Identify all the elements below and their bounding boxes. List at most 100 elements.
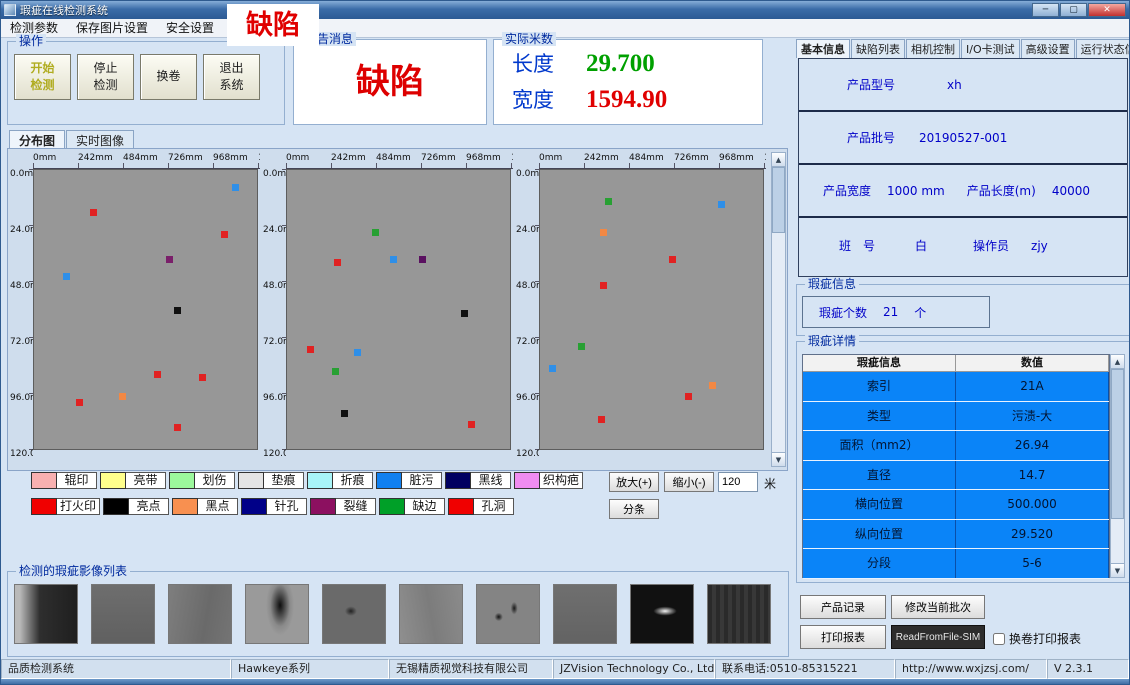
defect-point[interactable]	[221, 231, 228, 238]
defect-thumbnail[interactable]	[399, 584, 463, 644]
operation-button[interactable]: 开始 检测	[14, 54, 71, 100]
defect-point[interactable]	[685, 393, 692, 400]
product-width-label: 产品宽度	[823, 182, 871, 199]
defect-thumbnail[interactable]	[245, 584, 309, 644]
split-button[interactable]: 分条	[609, 499, 659, 519]
detail-table-row[interactable]: 类型污渍-大	[803, 402, 1109, 432]
vertical-ruler: 0.0m24.0m48.0m72.0m96.0m120.0m	[515, 169, 539, 465]
defect-point[interactable]	[232, 184, 239, 191]
ruler-tick-label: 242mm	[78, 153, 113, 163]
defect-point[interactable]	[718, 201, 725, 208]
menu-item[interactable]: 安全设置	[157, 19, 223, 37]
defect-point[interactable]	[549, 365, 556, 372]
reprint-checkbox[interactable]	[993, 633, 1005, 645]
right-panel-tab[interactable]: 高级设置	[1021, 39, 1075, 58]
detail-table-row[interactable]: 索引21A	[803, 372, 1109, 402]
defect-point[interactable]	[598, 416, 605, 423]
legend-label: 划伤	[195, 472, 235, 489]
defect-point[interactable]	[154, 371, 161, 378]
defect-point[interactable]	[372, 229, 379, 236]
defect-point[interactable]	[669, 256, 676, 263]
defect-point[interactable]	[174, 307, 181, 314]
defect-thumbnail[interactable]	[91, 584, 155, 644]
defect-point[interactable]	[578, 343, 585, 350]
defect-point[interactable]	[600, 282, 607, 289]
scroll-down-icon[interactable]: ▼	[772, 452, 785, 466]
legend-swatch	[103, 498, 129, 515]
print-report-button[interactable]: 打印报表	[800, 625, 886, 649]
right-panel-tab[interactable]: 基本信息	[796, 39, 850, 58]
defect-point[interactable]	[419, 256, 426, 263]
map-scrollbar[interactable]: ▲ ▼	[771, 152, 786, 467]
defect-point[interactable]	[119, 393, 126, 400]
detail-table-row[interactable]: 面积（mm2）26.94	[803, 431, 1109, 461]
info-row-shift: 班 号 白 操作员 zjy	[799, 218, 1127, 273]
meter-row: 长度29.700	[512, 48, 754, 84]
defect-point[interactable]	[600, 229, 607, 236]
operation-button[interactable]: 停止 检测	[77, 54, 134, 100]
defect-point[interactable]	[461, 310, 468, 317]
defect-point[interactable]	[334, 259, 341, 266]
defect-thumbnail[interactable]	[322, 584, 386, 644]
scrollbar-thumb[interactable]	[1111, 369, 1124, 519]
defect-point[interactable]	[63, 273, 70, 280]
scroll-down-icon[interactable]: ▼	[1111, 563, 1124, 577]
legend-swatch	[448, 498, 474, 515]
defect-point[interactable]	[332, 368, 339, 375]
defect-point[interactable]	[605, 198, 612, 205]
defect-thumbnail[interactable]	[553, 584, 617, 644]
map-tab[interactable]: 分布图	[9, 130, 65, 150]
defect-point[interactable]	[199, 374, 206, 381]
defect-thumbnail[interactable]	[14, 584, 78, 644]
detail-scrollbar[interactable]: ▲ ▼	[1110, 354, 1125, 578]
scroll-up-icon[interactable]: ▲	[772, 153, 785, 167]
detail-table-row[interactable]: 纵向位置29.520	[803, 520, 1109, 550]
legend-swatch	[100, 472, 126, 489]
defect-detail-group: 瑕疵详情 瑕疵信息 数值 索引21A类型污渍-大面积（mm2）26.94直径14…	[796, 341, 1130, 583]
zoom-out-button[interactable]: 缩小(-)	[664, 472, 714, 492]
legend-label: 折痕	[333, 472, 373, 489]
detail-table-row[interactable]: 横向位置500.000	[803, 490, 1109, 520]
defect-point[interactable]	[468, 421, 475, 428]
menu-item[interactable]: 保存图片设置	[67, 19, 157, 37]
defect-thumbnail[interactable]	[707, 584, 771, 644]
product-record-button[interactable]: 产品记录	[800, 595, 886, 619]
scroll-up-icon[interactable]: ▲	[1111, 355, 1124, 369]
defect-thumbnail[interactable]	[168, 584, 232, 644]
defect-point[interactable]	[709, 382, 716, 389]
scrollbar-thumb[interactable]	[772, 167, 785, 233]
defect-thumbnail[interactable]	[630, 584, 694, 644]
read-from-file-button[interactable]: ReadFromFile-SIM	[891, 625, 985, 649]
right-panel-tab[interactable]: 缺陷列表	[851, 39, 905, 58]
defect-thumbnail[interactable]	[476, 584, 540, 644]
detail-table-row[interactable]: 直径14.7	[803, 461, 1109, 491]
minimize-icon[interactable]: ─	[1032, 3, 1059, 17]
right-panel-tab[interactable]: 运行状态信息	[1076, 39, 1130, 58]
operation-button[interactable]: 退出 系统	[203, 54, 260, 100]
close-icon[interactable]: ✕	[1088, 3, 1126, 17]
app-icon	[4, 4, 16, 16]
defect-point[interactable]	[307, 346, 314, 353]
defect-count-value: 21	[883, 305, 898, 319]
defect-point[interactable]	[341, 410, 348, 417]
modify-batch-button[interactable]: 修改当前批次	[891, 595, 985, 619]
defect-point[interactable]	[90, 209, 97, 216]
right-panel-tab[interactable]: I/O卡测试	[961, 39, 1020, 58]
detail-table-row[interactable]: 分段5-6	[803, 549, 1109, 579]
defect-point[interactable]	[174, 424, 181, 431]
right-panel-tab[interactable]: 相机控制	[906, 39, 960, 58]
defect-point[interactable]	[390, 256, 397, 263]
range-input[interactable]	[718, 472, 758, 492]
map-tab[interactable]: 实时图像	[66, 130, 134, 150]
operation-button[interactable]: 换卷	[140, 54, 197, 100]
ruler-tick-label: 120.0m	[10, 449, 33, 459]
ruler-tick-label: 96.0m	[263, 393, 286, 403]
ruler-tick-label: 120.0m	[516, 449, 539, 459]
zoom-in-button[interactable]: 放大(+)	[609, 472, 659, 492]
defect-point[interactable]	[354, 349, 361, 356]
maximize-icon[interactable]: ▢	[1060, 3, 1087, 17]
legend-swatch	[307, 472, 333, 489]
status-section: Hawkeye系列	[231, 659, 389, 679]
defect-point[interactable]	[76, 399, 83, 406]
defect-point[interactable]	[166, 256, 173, 263]
